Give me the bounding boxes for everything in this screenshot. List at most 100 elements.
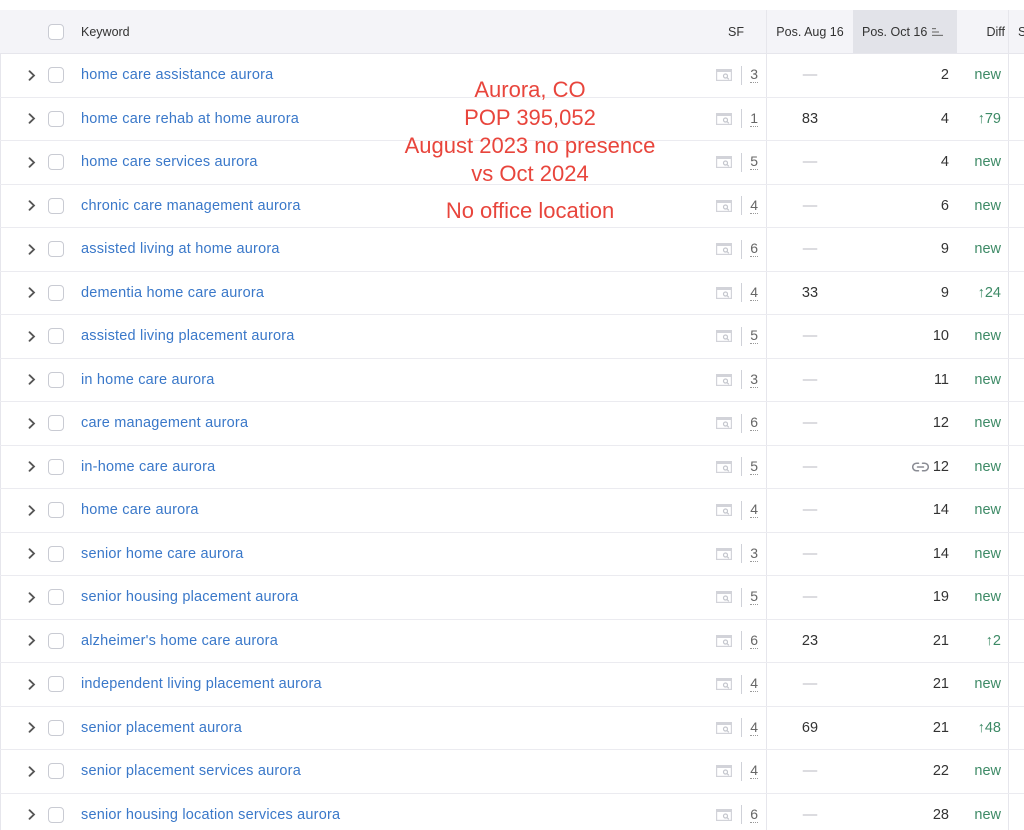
row-checkbox[interactable] [48, 763, 64, 780]
expand-row-button[interactable] [22, 272, 42, 315]
row-checkbox[interactable] [48, 502, 64, 519]
keyword-link[interactable]: senior housing location services aurora [81, 807, 340, 823]
keyword-link[interactable]: home care assistance aurora [81, 67, 273, 83]
keyword-link[interactable]: assisted living at home aurora [81, 241, 280, 257]
serp-features-count[interactable]: 6 [750, 632, 758, 649]
row-checkbox[interactable] [48, 110, 64, 127]
keyword-link[interactable]: assisted living placement aurora [81, 328, 295, 344]
serp-features-count[interactable]: 6 [750, 806, 758, 823]
row-checkbox[interactable] [48, 545, 64, 562]
keyword-link[interactable]: home care rehab at home aurora [81, 111, 299, 127]
position-current-cell: 4 [853, 98, 957, 141]
serp-preview-icon[interactable] [716, 199, 733, 212]
serp-features-count[interactable]: 4 [750, 763, 758, 780]
serp-preview-icon[interactable] [716, 591, 733, 604]
row-checkbox[interactable] [48, 241, 64, 258]
row-checkbox[interactable] [48, 676, 64, 693]
expand-row-button[interactable] [22, 707, 42, 750]
serp-preview-icon[interactable] [716, 721, 733, 734]
expand-row-button[interactable] [22, 446, 42, 489]
serp-preview-icon[interactable] [716, 460, 733, 473]
serp-preview-icon[interactable] [716, 765, 733, 778]
row-checkbox[interactable] [48, 632, 64, 649]
expand-row-button[interactable] [22, 359, 42, 402]
keyword-link[interactable]: care management aurora [81, 415, 248, 431]
expand-row-button[interactable] [22, 750, 42, 793]
serp-features-count[interactable]: 3 [750, 371, 758, 388]
row-checkbox[interactable] [48, 589, 64, 606]
row-checkbox[interactable] [48, 806, 64, 823]
keyword-link[interactable]: dementia home care aurora [81, 285, 264, 301]
expand-row-button[interactable] [22, 185, 42, 228]
expand-row-button[interactable] [22, 489, 42, 532]
header-next-column[interactable]: S [1008, 10, 1024, 53]
serp-preview-icon[interactable] [716, 678, 733, 691]
keyword-link[interactable]: in home care aurora [81, 372, 215, 388]
serp-features-count[interactable]: 5 [750, 458, 758, 475]
serp-preview-icon[interactable] [716, 112, 733, 125]
row-checkbox[interactable] [48, 197, 64, 214]
expand-row-button[interactable] [22, 315, 42, 358]
serp-preview-icon[interactable] [716, 286, 733, 299]
row-checkbox[interactable] [48, 328, 64, 345]
keyword-link[interactable]: independent living placement aurora [81, 676, 322, 692]
row-checkbox[interactable] [48, 415, 64, 432]
link-icon[interactable] [911, 462, 929, 472]
serp-preview-icon[interactable] [716, 417, 733, 430]
serp-features-count[interactable]: 1 [750, 110, 758, 127]
serp-preview-icon[interactable] [716, 373, 733, 386]
serp-features-count[interactable]: 4 [750, 284, 758, 301]
expand-row-button[interactable] [22, 663, 42, 706]
serp-preview-icon[interactable] [716, 634, 733, 647]
expand-row-button[interactable] [22, 620, 42, 663]
keyword-link[interactable]: home care aurora [81, 502, 199, 518]
row-checkbox[interactable] [48, 67, 64, 84]
sort-ascending-icon[interactable] [932, 27, 944, 37]
serp-features-count[interactable]: 4 [750, 197, 758, 214]
serp-preview-icon[interactable] [716, 69, 733, 82]
row-checkbox[interactable] [48, 458, 64, 475]
keyword-link[interactable]: senior housing placement aurora [81, 589, 298, 605]
serp-preview-icon[interactable] [716, 330, 733, 343]
serp-preview-icon[interactable] [716, 547, 733, 560]
serp-features-count[interactable]: 3 [750, 545, 758, 562]
header-sf[interactable]: SF [690, 10, 766, 53]
serp-features-count[interactable]: 5 [750, 328, 758, 345]
serp-features-count[interactable]: 3 [750, 67, 758, 84]
keyword-link[interactable]: senior home care aurora [81, 546, 244, 562]
expand-row-button[interactable] [22, 54, 42, 97]
serp-preview-icon[interactable] [716, 504, 733, 517]
serp-features-count[interactable]: 5 [750, 154, 758, 171]
expand-row-button[interactable] [22, 533, 42, 576]
serp-features-count[interactable]: 6 [750, 241, 758, 258]
select-all-checkbox[interactable] [48, 23, 64, 40]
serp-features-count[interactable]: 6 [750, 415, 758, 432]
expand-row-button[interactable] [22, 794, 42, 830]
row-checkbox[interactable] [48, 371, 64, 388]
expand-row-button[interactable] [22, 98, 42, 141]
serp-features-count[interactable]: 4 [750, 719, 758, 736]
keyword-link[interactable]: home care services aurora [81, 154, 258, 170]
serp-features-count[interactable]: 4 [750, 502, 758, 519]
keyword-link[interactable]: in-home care aurora [81, 459, 215, 475]
expand-row-button[interactable] [22, 576, 42, 619]
keyword-link[interactable]: chronic care management aurora [81, 198, 301, 214]
serp-features-count[interactable]: 5 [750, 589, 758, 606]
header-diff[interactable]: Diff [957, 10, 1008, 53]
keyword-link[interactable]: alzheimer's home care aurora [81, 633, 278, 649]
row-checkbox[interactable] [48, 284, 64, 301]
keyword-link[interactable]: senior placement services aurora [81, 763, 301, 779]
row-checkbox[interactable] [48, 154, 64, 171]
serp-preview-icon[interactable] [716, 243, 733, 256]
keyword-link[interactable]: senior placement aurora [81, 720, 242, 736]
expand-row-button[interactable] [22, 402, 42, 445]
serp-preview-icon[interactable] [716, 808, 733, 821]
expand-row-button[interactable] [22, 141, 42, 184]
serp-features-count[interactable]: 4 [750, 676, 758, 693]
row-checkbox[interactable] [48, 719, 64, 736]
header-pos-prev[interactable]: Pos. Aug 16 [766, 10, 853, 53]
header-keyword[interactable]: Keyword [81, 10, 691, 53]
expand-row-button[interactable] [22, 228, 42, 271]
header-pos-curr[interactable]: Pos. Oct 16 [853, 10, 957, 53]
serp-preview-icon[interactable] [716, 156, 733, 169]
